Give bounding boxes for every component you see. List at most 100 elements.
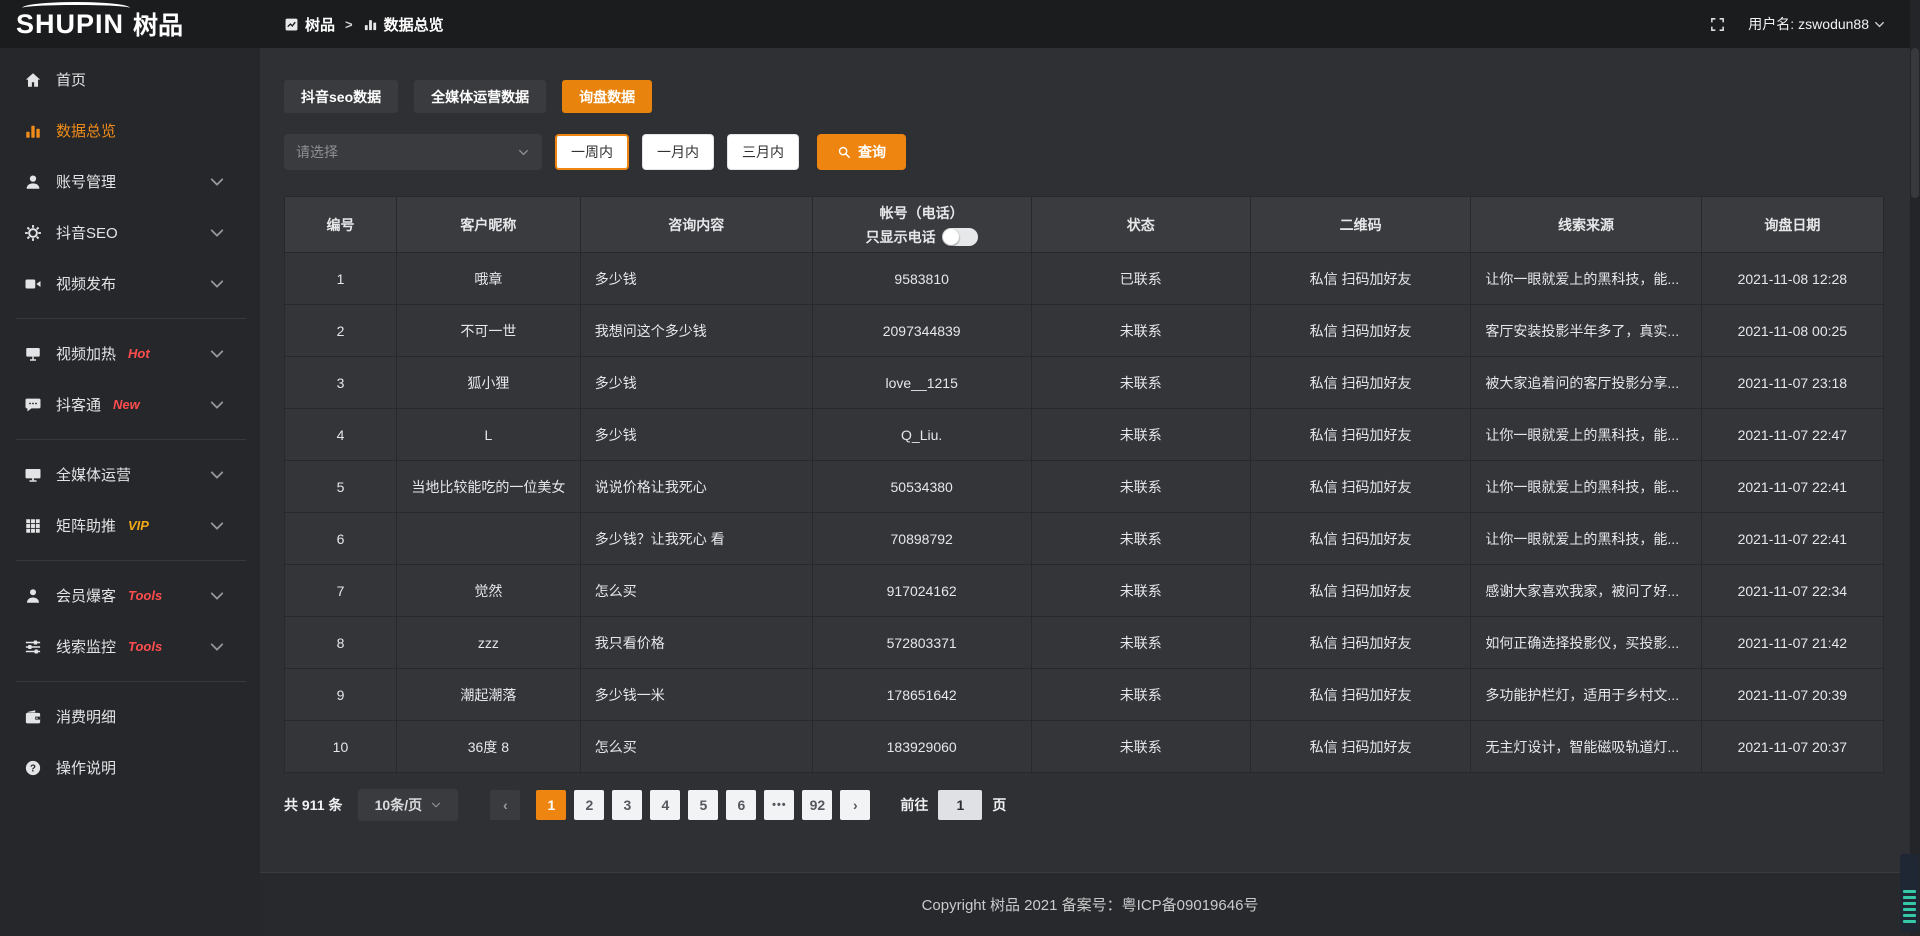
table-row: 3狐小狸多少钱love__1215未联系私信 扫码加好友被大家追着问的客厅投影分…	[285, 357, 1884, 409]
tab-询盘数据[interactable]: 询盘数据	[562, 80, 652, 113]
browser-scrollbar[interactable]	[1910, 0, 1920, 936]
filter-bar: 请选择 一周内一月内三月内 查询	[284, 134, 1884, 170]
header-right-tools: 用户名: zswodun88	[1709, 14, 1920, 34]
time-filter-三月内[interactable]: 三月内	[727, 134, 799, 170]
jump-page-input[interactable]	[938, 790, 982, 820]
source-link[interactable]: 让你一眼就爱上的黑科技，能...	[1471, 253, 1701, 305]
sidebar-item-抖客通[interactable]: 抖客通New	[0, 379, 260, 430]
page-button-2[interactable]: 2	[574, 790, 604, 820]
qr-link[interactable]: 私信 扫码加好友	[1250, 305, 1471, 357]
sidebar-item-会员爆客[interactable]: 会员爆客Tools	[0, 570, 260, 621]
user-icon	[24, 173, 42, 191]
cell-account: 183929060	[812, 721, 1031, 773]
sidebar-nav: 首页数据总览账号管理抖音SEO 视频发布视频加热Hot抖客通New 全媒体运营矩阵助…	[0, 48, 260, 936]
breadcrumb-current[interactable]: 数据总览	[363, 14, 444, 35]
phone-only-toggle[interactable]	[942, 228, 978, 246]
pagination-bar: 共 911 条 10条/页 ‹ 123456•••92 › 前往 页	[284, 789, 1884, 821]
user-menu[interactable]: 用户名: zswodun88	[1748, 14, 1886, 34]
page-button-3[interactable]: 3	[612, 790, 642, 820]
page-button-92[interactable]: 92	[802, 790, 832, 820]
chevron-down-icon	[208, 587, 226, 605]
member-icon	[24, 587, 42, 605]
source-link[interactable]: 多功能护栏灯，适用于乡村文...	[1471, 669, 1701, 721]
qr-link[interactable]: 私信 扫码加好友	[1250, 357, 1471, 409]
time-buttons-slot: 一周内一月内三月内	[542, 134, 799, 170]
qr-link[interactable]: 私信 扫码加好友	[1250, 253, 1471, 305]
sidebar-item-label: 抖客通	[56, 394, 101, 415]
source-link[interactable]: 如何正确选择投影仪，买投影...	[1471, 617, 1701, 669]
qr-link[interactable]: 私信 扫码加好友	[1250, 409, 1471, 461]
prev-page-button[interactable]: ‹	[490, 790, 520, 820]
source-link[interactable]: 感谢大家喜欢我家，被问了好...	[1471, 565, 1701, 617]
sidebar-item-label: 视频发布	[56, 273, 116, 294]
tab-全媒体运营数据[interactable]: 全媒体运营数据	[414, 80, 546, 113]
sidebar-item-label: 会员爆客	[56, 585, 116, 606]
chevron-down-icon	[208, 638, 226, 656]
sidebar-item-账号管理[interactable]: 账号管理	[0, 156, 260, 207]
data-tabs: 抖音seo数据全媒体运营数据询盘数据	[284, 80, 1884, 113]
qr-link[interactable]: 私信 扫码加好友	[1250, 513, 1471, 565]
breadcrumb-brand[interactable]: 树品	[284, 14, 335, 35]
qr-link[interactable]: 私信 扫码加好友	[1250, 565, 1471, 617]
sidebar-item-矩阵助推[interactable]: 矩阵助推VIP	[0, 500, 260, 551]
cell-date: 2021-11-07 21:42	[1701, 617, 1883, 669]
cell-content: 我想问这个多少钱	[580, 305, 812, 357]
cell-content: 我只看价格	[580, 617, 812, 669]
sidebar-item-首页[interactable]: 首页	[0, 54, 260, 105]
sidebar-item-badge: Hot	[128, 346, 150, 361]
cell-date: 2021-11-07 20:37	[1701, 721, 1883, 773]
column-header-询盘日期: 询盘日期	[1701, 197, 1883, 253]
source-link[interactable]: 被大家追着问的客厅投影分享...	[1471, 357, 1701, 409]
top-header-bar: SHUPIN 树品 树品 > 数据总览 用户名: zswodun88	[0, 0, 1920, 48]
sidebar-item-线索监控[interactable]: 线索监控Tools	[0, 621, 260, 672]
jump-label-after: 页	[992, 795, 1006, 815]
cell-status: 未联系	[1031, 305, 1250, 357]
next-page-button[interactable]: ›	[840, 790, 870, 820]
source-link[interactable]: 让你一眼就爱上的黑科技，能...	[1471, 513, 1701, 565]
chevron-down-icon	[208, 396, 226, 414]
page-button-1[interactable]: 1	[536, 790, 566, 820]
page-ellipsis[interactable]: •••	[764, 790, 794, 820]
time-filter-一周内[interactable]: 一周内	[555, 134, 629, 170]
cell-id: 2	[285, 305, 397, 357]
query-button[interactable]: 查询	[817, 134, 906, 170]
source-link[interactable]: 让你一眼就爱上的黑科技，能...	[1471, 461, 1701, 513]
sidebar-item-抖音SEO[interactable]: 抖音SEO	[0, 207, 260, 258]
account-select[interactable]: 请选择	[284, 134, 542, 170]
fullscreen-icon[interactable]	[1709, 16, 1726, 33]
tab-抖音seo数据[interactable]: 抖音seo数据	[284, 80, 398, 113]
cell-date: 2021-11-07 22:41	[1701, 513, 1883, 565]
question-icon: ?	[24, 759, 42, 777]
qr-link[interactable]: 私信 扫码加好友	[1250, 617, 1471, 669]
page-button-4[interactable]: 4	[650, 790, 680, 820]
sidebar-item-label: 全媒体运营	[56, 464, 131, 485]
cell-nickname: zzz	[396, 617, 580, 669]
sidebar-item-视频加热[interactable]: 视频加热Hot	[0, 328, 260, 379]
chevron-down-icon	[208, 275, 226, 293]
cell-id: 3	[285, 357, 397, 409]
source-link[interactable]: 客厅安装投影半年多了，真实...	[1471, 305, 1701, 357]
qr-link[interactable]: 私信 扫码加好友	[1250, 461, 1471, 513]
cell-account: 50534380	[812, 461, 1031, 513]
source-link[interactable]: 让你一眼就爱上的黑科技，能...	[1471, 409, 1701, 461]
page-size-select[interactable]: 10条/页	[358, 789, 458, 821]
sidebar-item-视频发布[interactable]: 视频发布	[0, 258, 260, 309]
scrollbar-thumb[interactable]	[1911, 48, 1919, 198]
page-button-6[interactable]: 6	[726, 790, 756, 820]
sidebar-item-消费明细[interactable]: 消费明细	[0, 691, 260, 742]
page-button-5[interactable]: 5	[688, 790, 718, 820]
chevron-down-icon	[208, 517, 226, 535]
time-filter-一月内[interactable]: 一月内	[642, 134, 714, 170]
sidebar-item-数据总览[interactable]: 数据总览	[0, 105, 260, 156]
cell-status: 已联系	[1031, 253, 1250, 305]
qr-link[interactable]: 私信 扫码加好友	[1250, 669, 1471, 721]
cell-date: 2021-11-07 20:39	[1701, 669, 1883, 721]
sidebar-item-全媒体运营[interactable]: 全媒体运营	[0, 449, 260, 500]
chevron-down-icon	[208, 345, 226, 363]
qr-link[interactable]: 私信 扫码加好友	[1250, 721, 1471, 773]
cell-status: 未联系	[1031, 669, 1250, 721]
source-link[interactable]: 无主灯设计，智能磁吸轨道灯...	[1471, 721, 1701, 773]
gear-icon	[24, 224, 42, 242]
sidebar-item-操作说明[interactable]: ?操作说明	[0, 742, 260, 793]
column-header-客户昵称: 客户昵称	[396, 197, 580, 253]
